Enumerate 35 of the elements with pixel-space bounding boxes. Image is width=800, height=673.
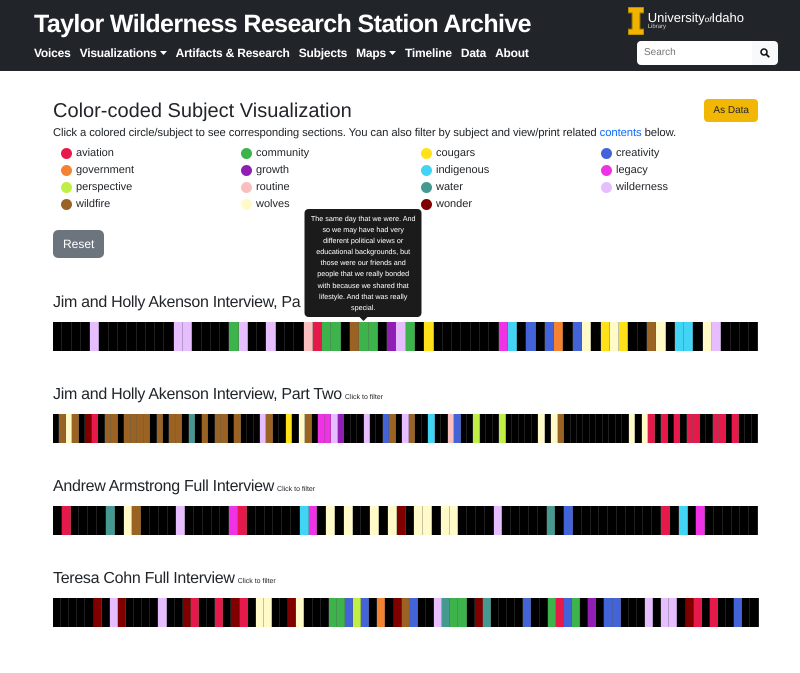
page-heading: Color-coded Subject Visualization xyxy=(53,100,352,123)
subject-label[interactable]: wolves xyxy=(256,198,290,210)
interview-title: Teresa Cohn Full Interview xyxy=(53,570,235,588)
nav-link[interactable]: About xyxy=(495,46,529,60)
subject-label[interactable]: cougars xyxy=(436,147,476,159)
subject-label[interactable]: routine xyxy=(256,181,290,193)
nav-link[interactable]: Visualizations xyxy=(80,46,167,60)
subject-label[interactable]: creativity xyxy=(616,147,660,159)
subject-label[interactable]: wilderness xyxy=(616,181,668,193)
subject-label[interactable]: government xyxy=(76,164,134,176)
subject-label[interactable]: community xyxy=(256,147,310,159)
interview-title: Jim and Holly Akenson Interview, Part Two xyxy=(53,386,342,404)
nav-link[interactable]: Voices xyxy=(34,46,71,60)
contents-link[interactable]: contents xyxy=(600,127,642,139)
subject-label[interactable]: aviation xyxy=(76,147,114,159)
logo-text: UniversityofIdaho xyxy=(648,11,744,24)
interview-title: Andrew Armstrong Full Interview xyxy=(53,478,274,496)
interview-title: Jim and Holly Akenson Interview, Pa xyxy=(53,294,300,312)
as-data-button[interactable]: As Data xyxy=(704,99,758,122)
subject-label[interactable]: wonder xyxy=(436,198,472,210)
subject-label[interactable]: growth xyxy=(256,164,290,176)
subject-label[interactable]: water xyxy=(436,181,463,193)
nav-link[interactable]: Artifacts & Research xyxy=(176,46,290,60)
site-title: Taylor Wilderness Research Station Archive xyxy=(34,10,531,38)
subject-label[interactable]: indigenous xyxy=(436,164,490,176)
subject-label[interactable]: legacy xyxy=(616,164,648,176)
search-field[interactable]: Search xyxy=(637,40,752,64)
nav-link[interactable]: Timeline xyxy=(404,46,452,60)
intro-text: Click a colored circle/subject to see corresponding sections. You can also filter by subject and view/print related contents below. xyxy=(53,127,678,139)
reset-button[interactable]: Reset xyxy=(53,230,104,258)
nav-link[interactable]: Data xyxy=(460,46,486,60)
subject-label[interactable]: wildfire xyxy=(76,198,110,210)
nav-link[interactable]: Subjects xyxy=(298,46,348,60)
nav-link[interactable]: Maps xyxy=(356,46,396,60)
subject-label[interactable]: perspective xyxy=(76,181,132,193)
